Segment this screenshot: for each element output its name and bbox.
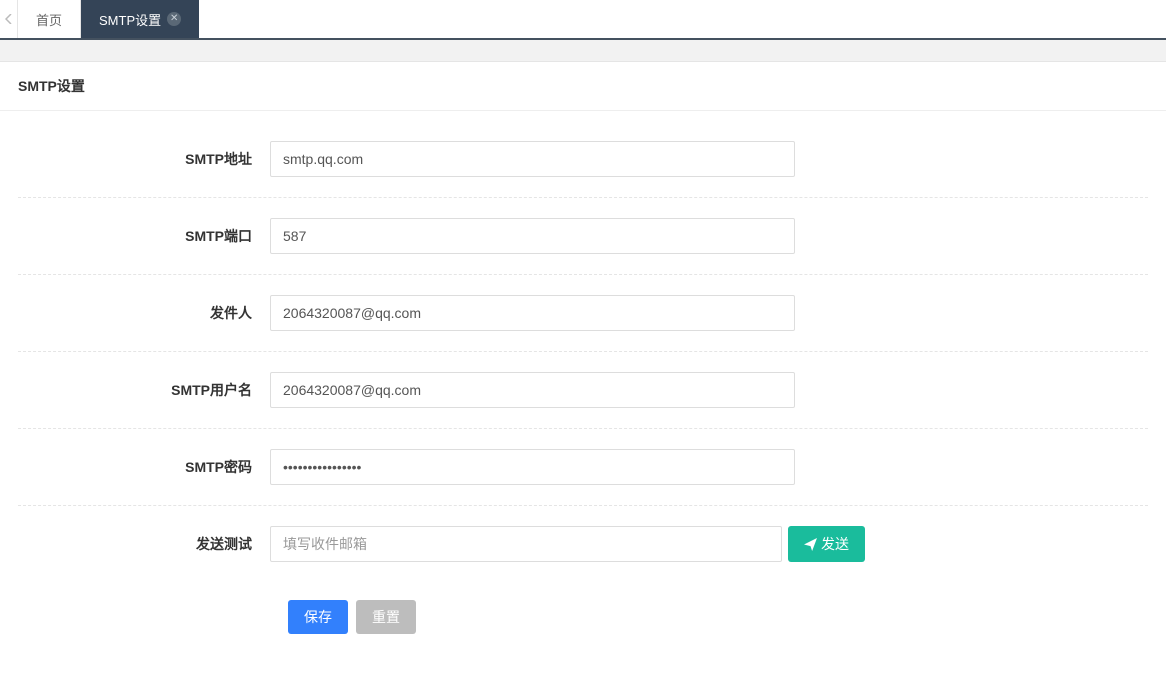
input-smtp-addr[interactable]: [270, 141, 795, 177]
tab-home[interactable]: 首页: [18, 0, 81, 38]
row-send-test: 发送测试 发送: [18, 506, 1148, 582]
row-smtp-addr: SMTP地址: [18, 121, 1148, 198]
row-smtp-pass: SMTP密码: [18, 429, 1148, 506]
label-send-test: 发送测试: [18, 534, 270, 554]
smtp-form: SMTP地址 SMTP端口 发件人 SMTP用户名 SMTP密码: [0, 111, 1166, 674]
content-panel: SMTP设置 SMTP地址 SMTP端口 发件人 SMTP用户名: [0, 62, 1166, 674]
input-smtp-pass[interactable]: [270, 449, 795, 485]
input-smtp-port[interactable]: [270, 218, 795, 254]
paper-plane-icon: [804, 538, 817, 551]
label-smtp-addr: SMTP地址: [18, 149, 270, 169]
close-icon[interactable]: ✕: [167, 12, 181, 26]
row-smtp-user: SMTP用户名: [18, 352, 1148, 429]
label-sender: 发件人: [18, 303, 270, 323]
tab-scroll-left[interactable]: [0, 0, 18, 38]
send-button-label: 发送: [821, 534, 849, 554]
chevron-left-icon: [5, 14, 13, 24]
reset-button[interactable]: 重置: [356, 600, 416, 634]
label-smtp-user: SMTP用户名: [18, 380, 270, 400]
input-sender[interactable]: [270, 295, 795, 331]
toolbar-strip: [0, 40, 1166, 62]
input-smtp-user[interactable]: [270, 372, 795, 408]
send-button[interactable]: 发送: [788, 526, 865, 562]
tab-home-label: 首页: [36, 10, 62, 29]
row-sender: 发件人: [18, 275, 1148, 352]
input-test-email[interactable]: [270, 526, 782, 562]
tab-smtp-label: SMTP设置: [99, 10, 161, 29]
label-smtp-port: SMTP端口: [18, 226, 270, 246]
page-title: SMTP设置: [0, 62, 1166, 111]
row-smtp-port: SMTP端口: [18, 198, 1148, 275]
tab-bar: 首页 SMTP设置 ✕: [0, 0, 1166, 40]
tab-smtp-settings[interactable]: SMTP设置 ✕: [81, 0, 199, 38]
label-smtp-pass: SMTP密码: [18, 457, 270, 477]
form-actions: 保存 重置: [18, 582, 1148, 644]
save-button[interactable]: 保存: [288, 600, 348, 634]
